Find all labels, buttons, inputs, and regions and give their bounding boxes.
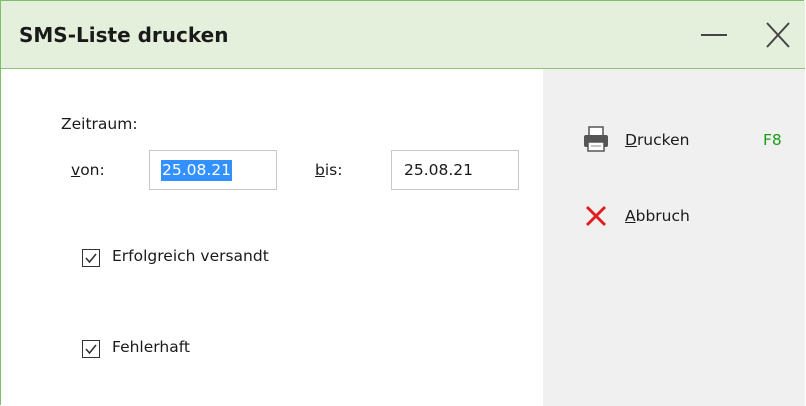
cancel-button[interactable]: Abbruch bbox=[583, 203, 733, 233]
cancel-label: Abbruch bbox=[625, 207, 690, 225]
title-bar: SMS-Liste drucken bbox=[1, 1, 805, 69]
to-label-accel: b bbox=[315, 161, 325, 179]
zeitraum-heading: Zeitraum: bbox=[61, 115, 138, 133]
print-shortcut: F8 bbox=[763, 131, 782, 149]
cancel-label-rest: bbruch bbox=[635, 207, 690, 225]
from-label: von: bbox=[71, 161, 105, 179]
from-label-accel: v bbox=[71, 161, 81, 179]
from-date-value: 25.08.21 bbox=[161, 160, 233, 181]
close-icon bbox=[766, 22, 790, 48]
print-label: Drucken bbox=[625, 131, 689, 149]
erfolgreich-checkbox[interactable] bbox=[82, 249, 100, 267]
form-pane: Zeitraum: von: 25.08.21 bis: 25.08.21 Er… bbox=[1, 69, 543, 406]
fehlerhaft-checkbox[interactable] bbox=[82, 340, 100, 358]
minimize-icon bbox=[701, 34, 727, 36]
from-date-input[interactable]: 25.08.21 bbox=[149, 150, 277, 190]
fehlerhaft-label: Fehlerhaft bbox=[112, 338, 190, 356]
checkmark-icon bbox=[85, 344, 97, 355]
to-label: bis: bbox=[315, 161, 342, 179]
minimize-button[interactable] bbox=[697, 19, 733, 51]
window-title: SMS-Liste drucken bbox=[19, 23, 229, 47]
cancel-accel: A bbox=[625, 207, 636, 225]
print-accel: D bbox=[625, 131, 637, 149]
checkmark-icon bbox=[85, 253, 97, 264]
print-label-rest: rucken bbox=[636, 131, 690, 149]
dialog-window: SMS-Liste drucken Zeitraum: von: 25.08.2… bbox=[0, 0, 805, 406]
print-button[interactable]: Drucken F8 bbox=[583, 125, 783, 155]
to-label-rest: is: bbox=[324, 161, 343, 179]
from-label-rest: on: bbox=[80, 161, 105, 179]
to-date-input[interactable]: 25.08.21 bbox=[391, 150, 519, 190]
erfolgreich-label: Erfolgreich versandt bbox=[112, 247, 269, 265]
close-button[interactable] bbox=[761, 19, 795, 51]
to-date-value: 25.08.21 bbox=[404, 161, 474, 179]
printer-icon bbox=[584, 126, 608, 152]
actions-pane: Drucken F8 Abbruch bbox=[543, 69, 805, 406]
red-x-icon bbox=[585, 205, 607, 227]
